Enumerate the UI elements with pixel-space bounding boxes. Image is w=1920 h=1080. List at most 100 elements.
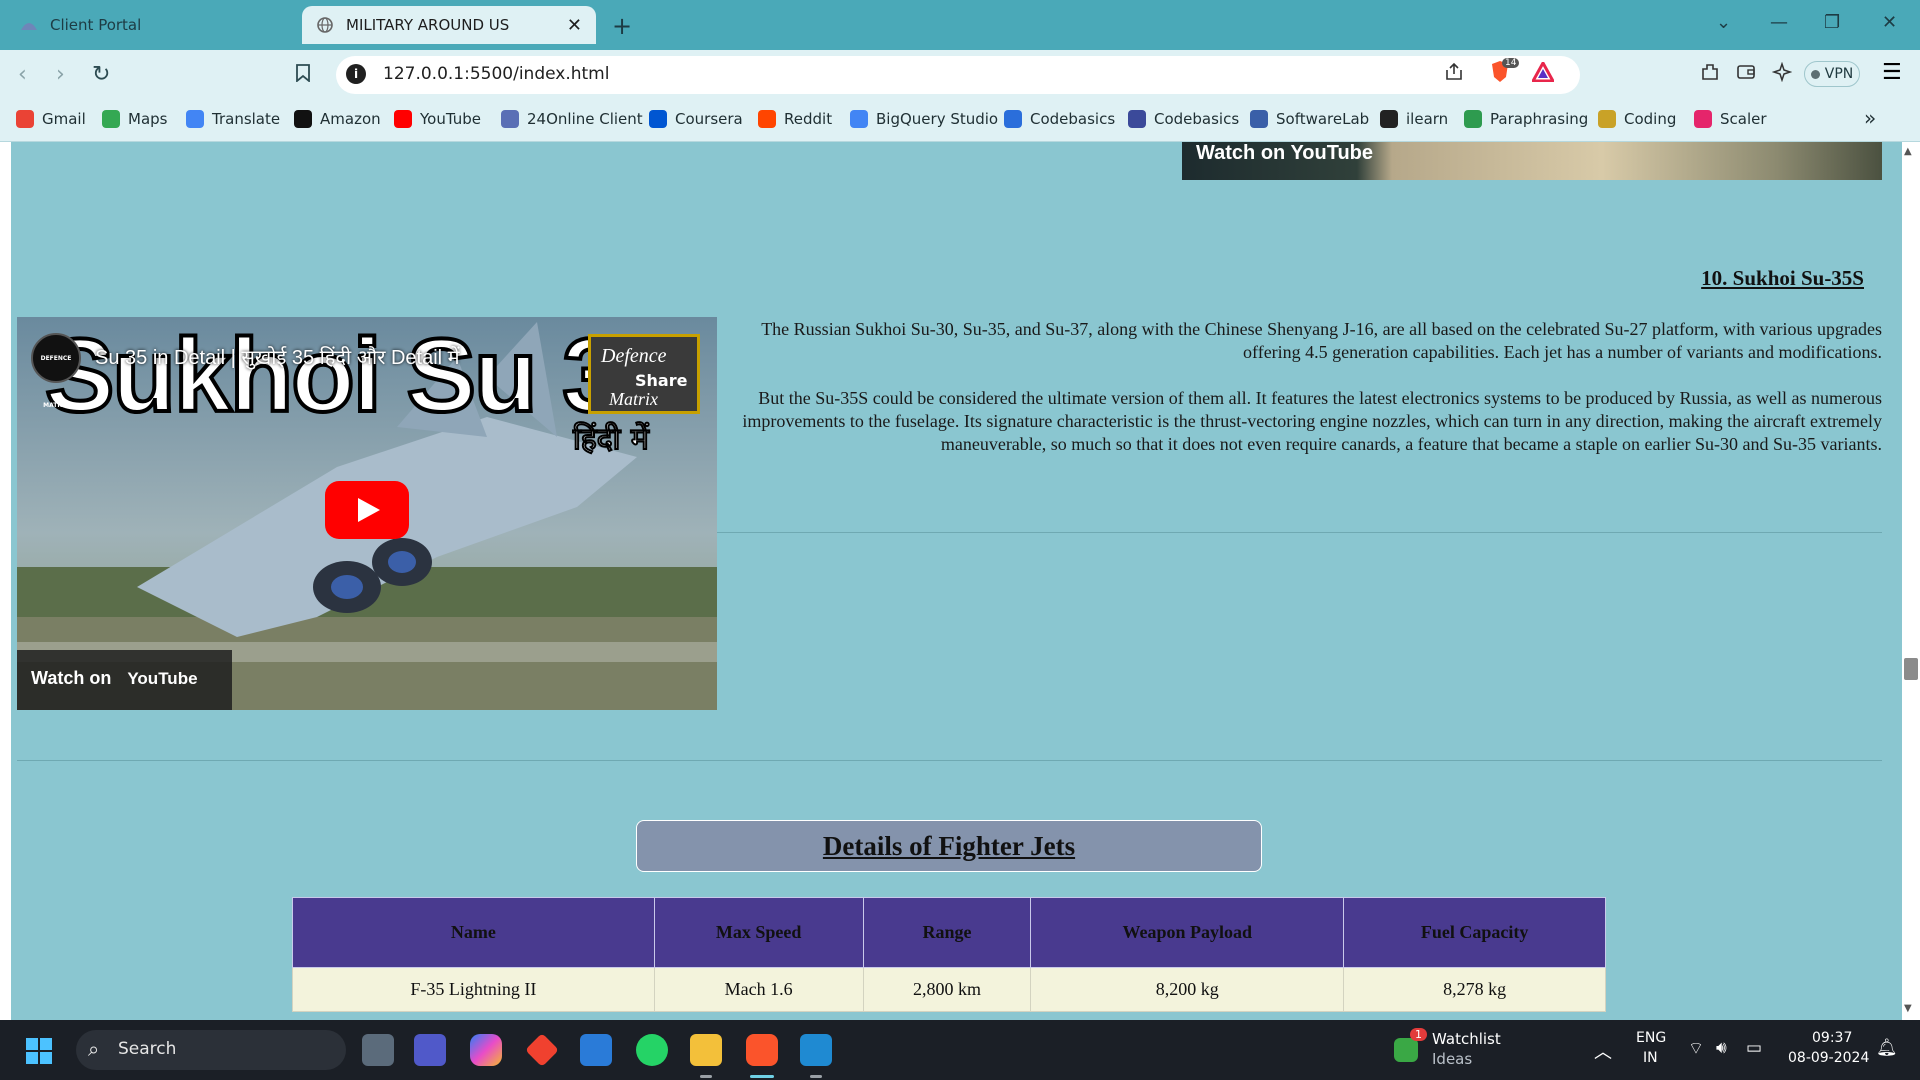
scroll-down-icon[interactable]: ▼ (1904, 1003, 1912, 1014)
brave-browser-icon[interactable] (746, 1034, 778, 1066)
table-header-row: Name Max Speed Range Weapon Payload Fuel… (292, 897, 1606, 968)
site-info-icon[interactable]: i (346, 64, 366, 84)
scaler-icon (1694, 110, 1712, 128)
table-cell: 8,278 kg (1343, 967, 1606, 1012)
bookmark-label: Scaler (1720, 110, 1767, 128)
tab-military-around-us[interactable]: MILITARY AROUND US ✕ (302, 6, 596, 44)
bookmark-item[interactable]: Scaler (1694, 110, 1767, 128)
youtube-logo-icon: YouTube (127, 669, 198, 689)
bookmark-item[interactable]: Coding (1598, 110, 1676, 128)
tab-label: Client Portal (50, 16, 142, 34)
bookmark-label: Amazon (320, 110, 381, 128)
bookmark-label: Coursera (675, 110, 743, 128)
teams-icon[interactable] (414, 1034, 446, 1066)
windows-start-icon[interactable] (26, 1038, 52, 1064)
page-left-edge (0, 142, 11, 1020)
previous-video-watch-text: Watch on YouTube (1196, 142, 1374, 164)
watch-on-youtube-button[interactable]: Watch on YouTube (17, 650, 232, 710)
details-heading: Details of Fighter Jets (822, 831, 1076, 861)
bookmark-label: Codebasics (1030, 110, 1116, 128)
battery-icon[interactable]: ▭ (1746, 1038, 1762, 1058)
close-tab-icon[interactable]: ✕ (567, 15, 582, 36)
more-bookmarks-icon[interactable]: » (1864, 106, 1876, 130)
file-explorer-icon[interactable] (690, 1034, 722, 1066)
new-tab-icon[interactable]: + (612, 12, 632, 40)
previous-video-embed[interactable]: Watch on YouTube (1182, 142, 1882, 180)
vertical-scrollbar[interactable] (1902, 142, 1920, 1020)
bookmark-item[interactable]: Amazon (294, 110, 381, 128)
tab-client-portal[interactable]: Client Portal (6, 6, 296, 44)
running-indicator (810, 1075, 822, 1078)
clock-time[interactable]: 09:37 (1812, 1030, 1852, 1046)
bookmark-item[interactable]: Maps (102, 110, 167, 128)
bookmark-item[interactable]: 24Online Client (501, 110, 643, 128)
tab-label: MILITARY AROUND US (346, 16, 510, 34)
bookmark-item[interactable]: Paraphrasing (1464, 110, 1588, 128)
bookmark-page-icon[interactable] (296, 64, 310, 87)
shield-count-badge: 14 (1502, 58, 1520, 68)
ilearn-icon (1380, 110, 1398, 128)
wifi-icon[interactable]: ⌔ (1688, 1038, 1704, 1059)
taskbar-search-box[interactable]: ⌕ Search (76, 1030, 346, 1070)
notification-bell-icon[interactable]: 🔔︎ (1876, 1038, 1898, 1058)
youtube-video-embed[interactable]: Sukhoi Su 35 हिंदी में DEFENCE MATRIX Su… (17, 317, 717, 710)
bookmark-item[interactable]: Reddit (758, 110, 832, 128)
brave-rewards-icon[interactable] (1530, 59, 1556, 87)
bookmark-item[interactable]: ilearn (1380, 110, 1448, 128)
fighter-jets-table: Name Max Speed Range Weapon Payload Fuel… (292, 897, 1606, 1012)
volume-icon[interactable]: 🔊︎ (1716, 1038, 1727, 1058)
extensions-icon[interactable] (1700, 62, 1720, 87)
share-icon[interactable] (1444, 62, 1464, 87)
restore-icon[interactable]: ❐ (1824, 12, 1840, 33)
wallet-icon[interactable] (1736, 62, 1756, 87)
bookmark-label: BigQuery Studio (876, 110, 999, 128)
watchlist-title[interactable]: Watchlist (1432, 1030, 1501, 1048)
forward-icon[interactable]: › (56, 62, 65, 87)
badge-line-2: Share (635, 371, 688, 390)
copilot-icon[interactable] (470, 1034, 502, 1066)
clock-date: 08-09-2024 (1788, 1050, 1870, 1066)
defence-matrix-logo: Defence Share Matrix (588, 334, 700, 414)
scrollbar-thumb[interactable] (1904, 658, 1918, 680)
bookmark-item[interactable]: SoftwareLab (1250, 110, 1369, 128)
bookmark-item[interactable]: Coursera (649, 110, 743, 128)
vpn-button[interactable]: VPN (1804, 61, 1860, 87)
table-row: F-35 Lightning II Mach 1.6 2,800 km 8,20… (292, 967, 1606, 1012)
leo-ai-icon[interactable] (1771, 61, 1793, 87)
vscode-icon[interactable] (800, 1034, 832, 1066)
bookmark-item[interactable]: BigQuery Studio (850, 110, 998, 128)
24online-icon (501, 110, 519, 128)
back-icon[interactable]: ‹ (18, 62, 27, 87)
maps-icon (102, 110, 120, 128)
badge-line-3: Matrix (609, 389, 658, 409)
active-indicator (750, 1075, 774, 1078)
bookmark-item[interactable]: Translate (186, 110, 280, 128)
bookmark-item[interactable]: Gmail (16, 110, 86, 128)
bookmark-item[interactable]: YouTube (394, 110, 481, 128)
window-close-icon[interactable]: ✕ (1882, 12, 1897, 33)
microsoft-store-icon[interactable] (580, 1034, 612, 1066)
url-text[interactable]: 127.0.0.1:5500/index.html (383, 64, 609, 84)
bigquery-icon (850, 110, 868, 128)
video-title[interactable]: Su 35 in Detail | सुखोई 35 हिंदी और Deta… (95, 343, 460, 370)
watchlist-badge: 1 (1410, 1028, 1427, 1041)
app-diamond-icon[interactable] (525, 1033, 559, 1067)
channel-avatar[interactable]: DEFENCE MATRIX (31, 333, 81, 409)
language-top[interactable]: ENG (1636, 1030, 1666, 1046)
coursera-icon (649, 110, 667, 128)
show-hidden-icons-icon[interactable]: ︿ (1594, 1038, 1612, 1064)
play-button-icon[interactable] (325, 481, 409, 539)
section-title: 10. Sukhoi Su-35S (1701, 266, 1864, 290)
tab-search-chevron-icon[interactable]: ⌄ (1716, 12, 1731, 33)
bookmark-item[interactable]: Codebasics (1128, 110, 1239, 128)
watchlist-icon[interactable] (1394, 1038, 1418, 1062)
task-view-icon[interactable] (362, 1034, 394, 1066)
bookmark-item[interactable]: Codebasics (1004, 110, 1115, 128)
menu-icon[interactable]: ☰ (1882, 60, 1902, 85)
whatsapp-icon[interactable] (636, 1034, 668, 1066)
reload-icon[interactable]: ↻ (92, 62, 110, 87)
scroll-up-icon[interactable]: ▲ (1904, 146, 1912, 157)
gmail-icon (16, 110, 34, 128)
minimize-icon[interactable]: — (1770, 12, 1788, 33)
bookmark-label: Gmail (42, 110, 86, 128)
